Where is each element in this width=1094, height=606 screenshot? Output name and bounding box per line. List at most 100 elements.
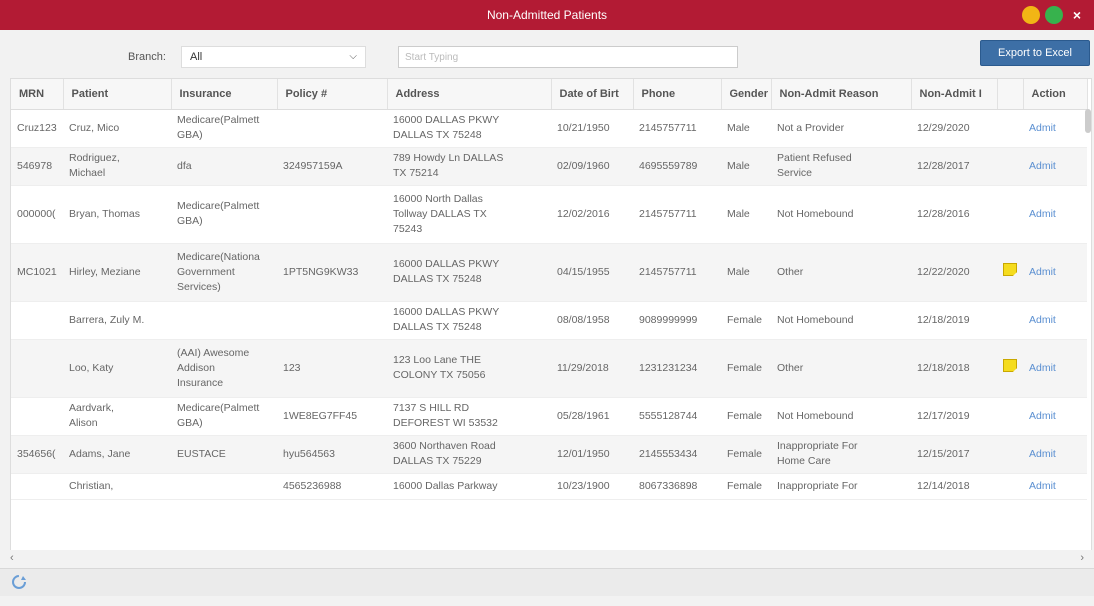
cell-address: 16000 Dallas Parkway xyxy=(387,473,551,500)
admit-link[interactable]: Admit xyxy=(1029,208,1056,220)
column-header[interactable]: Date of Birt xyxy=(551,79,634,110)
column-header[interactable] xyxy=(997,79,1024,110)
cell-reason: Other xyxy=(771,339,911,398)
minimize-button[interactable] xyxy=(1022,6,1040,24)
cell-dob: 11/29/2018 xyxy=(551,339,633,398)
column-header[interactable]: Non-Admit Reason xyxy=(771,79,912,110)
admit-link[interactable]: Admit xyxy=(1029,410,1056,422)
cell-mrn: Cruz123 xyxy=(11,109,63,148)
cell-phone: 8067336898 xyxy=(633,473,721,500)
cell-address: 3600 Northaven Road DALLAS TX 75229 xyxy=(387,435,551,474)
cell-phone: 2145757711 xyxy=(633,185,721,244)
column-header[interactable]: Non-Admit I xyxy=(911,79,998,110)
cell-mrn xyxy=(11,473,63,500)
cell-reason: Not a Provider xyxy=(771,109,911,148)
cell-insurance: Medicare(Palmett GBA) xyxy=(171,109,277,148)
cell-phone: 9089999999 xyxy=(633,301,721,340)
cell-insurance: Medicare(Palmett GBA) xyxy=(171,397,277,436)
cell-gender: Male xyxy=(721,109,771,148)
admit-link[interactable]: Admit xyxy=(1029,122,1056,134)
cell-patient: Christian, xyxy=(63,473,171,500)
note-icon[interactable] xyxy=(1003,359,1017,372)
cell-date: 12/18/2019 xyxy=(911,301,997,340)
table-row[interactable]: Barrera, Zuly M. 16000 DALLAS PKWY DALLAS… xyxy=(11,301,1087,340)
table-header: MRN Patient Insurance Policy # Address Date o… xyxy=(11,79,1088,110)
cell-note xyxy=(997,473,1023,500)
table-row[interactable]: MC1021 Hirley, Meziane Medicare(Nationa Go… xyxy=(11,243,1087,302)
cell-date: 12/28/2017 xyxy=(911,147,997,186)
filter-toolbar: Branch: All ⌵ Export to Excel xyxy=(0,30,1094,78)
admit-link[interactable]: Admit xyxy=(1029,160,1056,172)
close-button[interactable]: × xyxy=(1068,6,1086,24)
table-row[interactable]: Aardvark, Alison Medicare(Palmett GBA) 1WE… xyxy=(11,397,1087,436)
admit-link[interactable]: Admit xyxy=(1029,480,1056,492)
cell-address: 16000 North Dallas Tollway DALLAS TX 752… xyxy=(387,185,551,244)
cell-dob: 10/21/1950 xyxy=(551,109,633,148)
column-header[interactable]: Patient xyxy=(63,79,172,110)
branch-select[interactable]: All ⌵ xyxy=(181,46,366,68)
table-row[interactable]: Loo, Katy (AAI) Awesome Addison Insurance… xyxy=(11,339,1087,398)
cell-date: 12/17/2019 xyxy=(911,397,997,436)
export-to-excel-button[interactable]: Export to Excel xyxy=(980,40,1090,66)
table-row[interactable]: 546978 Rodriguez, Michael dfa 324957159A 789… xyxy=(11,147,1087,186)
cell-gender: Male xyxy=(721,243,771,302)
vertical-scrollbar[interactable] xyxy=(1085,109,1091,133)
admit-link[interactable]: Admit xyxy=(1029,266,1056,278)
cell-policy: 1PT5NG9KW33 xyxy=(277,243,387,302)
column-header[interactable]: Address xyxy=(387,79,552,110)
cell-address: 16000 DALLAS PKWY DALLAS TX 75248 xyxy=(387,243,551,302)
cell-patient: Adams, Jane xyxy=(63,435,171,474)
cell-note xyxy=(997,147,1023,186)
maximize-button[interactable] xyxy=(1045,6,1063,24)
cell-reason: Patient Refused Service xyxy=(771,147,911,186)
admit-link[interactable]: Admit xyxy=(1029,448,1056,460)
cell-note xyxy=(997,435,1023,474)
scroll-left-arrow[interactable]: ‹ xyxy=(10,552,14,564)
cell-gender: Female xyxy=(721,397,771,436)
scroll-right-arrow[interactable]: › xyxy=(1080,552,1084,564)
column-header[interactable]: Action xyxy=(1023,79,1088,110)
column-header[interactable]: Gender xyxy=(721,79,772,110)
cell-gender: Female xyxy=(721,435,771,474)
cell-policy: 1WE8EG7FF45 xyxy=(277,397,387,436)
cell-patient: Loo, Katy xyxy=(63,339,171,398)
branch-label: Branch: xyxy=(128,51,166,63)
table-row[interactable]: Cruz123 Cruz, Mico Medicare(Palmett GBA) 16… xyxy=(11,109,1087,148)
column-header[interactable]: MRN xyxy=(11,79,64,110)
table-row[interactable]: Christian, 4565236988 16000 Dallas Parkway… xyxy=(11,473,1087,500)
patients-grid: MRN Patient Insurance Policy # Address Date o… xyxy=(10,78,1092,552)
window-titlebar: Non-Admitted Patients × xyxy=(0,0,1094,30)
column-header[interactable]: Policy # xyxy=(277,79,388,110)
cell-mrn: 000000( xyxy=(11,185,63,244)
refresh-icon[interactable] xyxy=(11,574,27,590)
cell-phone: 2145553434 xyxy=(633,435,721,474)
cell-policy xyxy=(277,301,387,340)
cell-action: Admit xyxy=(1023,243,1087,302)
cell-insurance xyxy=(171,301,277,340)
cell-phone: 2145757711 xyxy=(633,243,721,302)
cell-note xyxy=(997,339,1023,398)
search-input[interactable] xyxy=(398,46,738,68)
table-body: Cruz123 Cruz, Mico Medicare(Palmett GBA) 16… xyxy=(11,109,1087,500)
column-header[interactable]: Phone xyxy=(633,79,722,110)
cell-action: Admit xyxy=(1023,301,1087,340)
cell-gender: Male xyxy=(721,185,771,244)
note-icon[interactable] xyxy=(1003,263,1017,276)
admit-link[interactable]: Admit xyxy=(1029,314,1056,326)
cell-dob: 08/08/1958 xyxy=(551,301,633,340)
horizontal-scrollbar[interactable]: ‹ › xyxy=(0,550,1094,566)
cell-note xyxy=(997,301,1023,340)
cell-gender: Female xyxy=(721,473,771,500)
table-row[interactable]: 354656(Adams, Jane EUSTACE hyu564563 3600 N… xyxy=(11,435,1087,474)
cell-mrn xyxy=(11,339,63,398)
cell-mrn: MC1021 xyxy=(11,243,63,302)
column-header[interactable]: Insurance xyxy=(171,79,278,110)
cell-dob: 02/09/1960 xyxy=(551,147,633,186)
table-row[interactable]: 000000(Bryan, Thomas Medicare(Palmett GBA… xyxy=(11,185,1087,244)
cell-action: Admit xyxy=(1023,397,1087,436)
cell-insurance: Medicare(Nationa Government Services) xyxy=(171,243,277,302)
grid-footer xyxy=(0,568,1094,596)
cell-reason: Other xyxy=(771,243,911,302)
cell-reason: Not Homebound xyxy=(771,397,911,436)
admit-link[interactable]: Admit xyxy=(1029,362,1056,374)
